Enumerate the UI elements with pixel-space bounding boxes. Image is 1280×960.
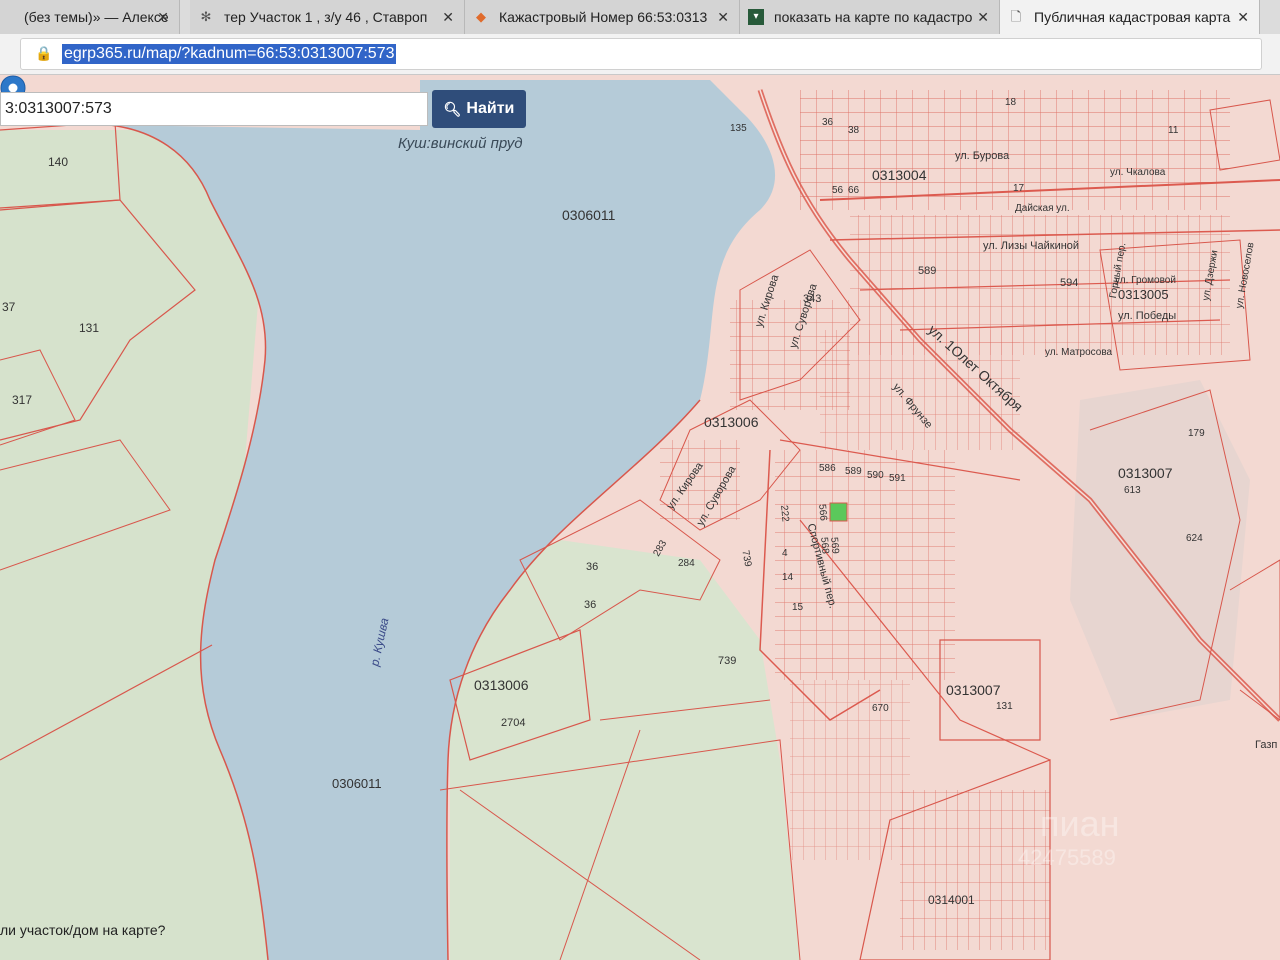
tab-title: (без темы)» — Алексе <box>24 9 169 25</box>
street-label: ул. Победы <box>1118 310 1177 322</box>
parcel-number: 38 <box>848 125 860 136</box>
quarter-label: 0313005 <box>1118 287 1169 302</box>
url-field[interactable]: 🔒 egrp365.ru/map/?kadnum=66:53:0313007:5… <box>20 38 1262 70</box>
street-label: ул. Лизы Чайкиной <box>983 240 1080 252</box>
parcel-number: 15 <box>792 602 804 613</box>
parcel-number: 624 <box>1186 533 1203 544</box>
parcel-number: 739 <box>718 655 737 667</box>
address-bar: 🔒 egrp365.ru/map/?kadnum=66:53:0313007:5… <box>0 34 1280 75</box>
parcel-number: 222 <box>778 504 791 523</box>
tab-mail[interactable]: (без темы)» — Алексе ✕ <box>0 0 180 34</box>
parcel-number: 179 <box>1188 428 1205 439</box>
parcel-number: 56 <box>832 185 844 196</box>
parcel-number: 4 <box>782 548 788 559</box>
dark-square-icon: ▾ <box>748 9 764 25</box>
parcel-number: 594 <box>1060 277 1079 289</box>
cadastral-map[interactable]: Куш:винский пруд р. Кушва 0306011 031300… <box>0 75 1280 960</box>
parcel-number: 2704 <box>501 717 526 729</box>
parcel-number: 36 <box>586 561 599 573</box>
water-label: Куш:винский пруд <box>398 135 523 152</box>
quarter-label: 0313006 <box>704 414 759 430</box>
bug-icon: ✻ <box>200 9 212 24</box>
watermark-text: пиан <box>1040 803 1120 844</box>
quarter-label: 0313006 <box>474 677 529 693</box>
parcel-number: 66 <box>848 185 860 196</box>
search-button[interactable]: 🔍︎ Найти <box>432 90 526 128</box>
parcel-number: 37 <box>2 300 16 314</box>
parcel-number: 566 <box>816 503 829 522</box>
tab-stavropol[interactable]: ✻ тер Участок 1 , з/у 46 , Ставроп ✕ <box>190 0 465 34</box>
street-label: ул. Матросова <box>1045 347 1113 358</box>
parcel-number: 586 <box>819 463 836 474</box>
tab-title: Кажастровый Номер 66:53:0313 <box>499 9 708 25</box>
parcel-number: 284 <box>678 558 695 569</box>
selected-parcel <box>829 502 848 522</box>
close-icon[interactable]: ✕ <box>717 9 729 26</box>
parcel-number: 18 <box>1005 97 1017 108</box>
parcel-number: 591 <box>889 473 906 484</box>
parcel-number: 131 <box>79 321 100 335</box>
quarter-label: 0306011 <box>562 207 616 223</box>
tab-title: тер Участок 1 , з/у 46 , Ставроп <box>224 9 428 25</box>
parcel-number: 569 <box>828 536 841 555</box>
parcel-number: 613 <box>1124 485 1141 496</box>
map-icon: ◆ <box>476 9 486 24</box>
search-icon: 🔍︎ <box>443 100 462 117</box>
footer-question[interactable]: ли участок/дом на карте? <box>0 922 165 938</box>
url-text[interactable]: egrp365.ru/map/?kadnum=66:53:0313007:573 <box>62 44 397 64</box>
parcel-number: 589 <box>918 265 937 277</box>
watermark-text: 42475589 <box>1018 845 1116 870</box>
quarter-label: 0313004 <box>872 167 927 183</box>
parcel-number: 670 <box>872 703 889 714</box>
map-edge-label: Газп <box>1255 739 1278 751</box>
close-icon[interactable]: ✕ <box>157 9 169 26</box>
tab-public-cadastral-map[interactable]: 🗋 Публичная кадастровая карта ✕ <box>1000 0 1260 34</box>
search-button-label: Найти <box>466 100 515 117</box>
parcel-number: 343 <box>803 293 822 305</box>
parcel-number: 36 <box>584 599 597 611</box>
tab-kadastr-number[interactable]: ◆ Кажастровый Номер 66:53:0313 ✕ <box>465 0 740 34</box>
cadastral-number-input[interactable] <box>0 92 428 126</box>
parcel-number: 11 <box>1168 125 1179 136</box>
quarter-label: 0313007 <box>946 682 1001 698</box>
tab-title: показать на карте по кадастро <box>774 9 973 25</box>
parcel-number: 590 <box>867 470 884 481</box>
street-label: ул. Громовой <box>1115 275 1176 286</box>
tab-strip: (без темы)» — Алексе ✕ ✻ тер Участок 1 ,… <box>0 0 1280 34</box>
parcel-number: 140 <box>48 155 69 169</box>
document-icon: 🗋 <box>1010 9 1022 24</box>
street-label: ул. Бурова <box>955 150 1010 162</box>
parcel-number: 131 <box>996 701 1013 712</box>
tab-show-on-map[interactable]: ▾ показать на карте по кадастро ✕ <box>740 0 1000 34</box>
parcel-number: 317 <box>12 393 33 407</box>
parcel-number: 589 <box>845 466 862 477</box>
close-icon[interactable]: ✕ <box>442 9 454 26</box>
quarter-label: 0306011 <box>332 776 382 791</box>
parcel-number: 36 <box>822 117 834 128</box>
parcel-number: 17 <box>1013 183 1025 194</box>
quarter-label: 0314001 <box>928 893 975 907</box>
tab-title: Публичная кадастровая карта <box>1034 9 1231 25</box>
mail-icon <box>0 9 14 25</box>
street-label: Дайская ул. <box>1015 203 1070 214</box>
parcel-number: 135 <box>730 123 747 134</box>
close-icon[interactable]: ✕ <box>977 9 989 26</box>
quarter-label: 0313007 <box>1118 465 1173 481</box>
close-icon[interactable]: ✕ <box>1237 9 1249 26</box>
street-label: ул. Чкалова <box>1110 167 1166 178</box>
parcel-number: 14 <box>782 572 794 583</box>
lock-icon: 🔒 <box>35 45 53 61</box>
